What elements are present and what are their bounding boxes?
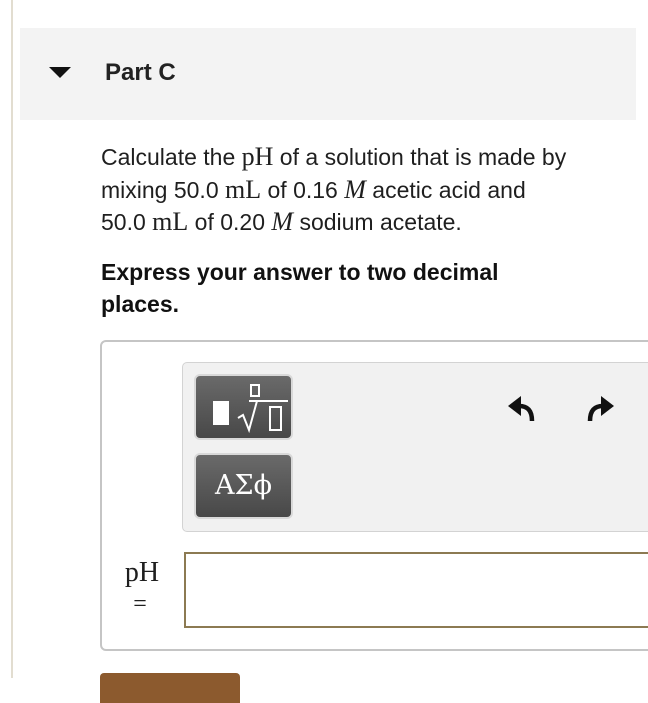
unit-molar: M bbox=[344, 174, 366, 204]
answer-input[interactable] bbox=[184, 552, 648, 628]
question-line: 50.0 mL of 0.20 M sodium acetate. bbox=[101, 207, 462, 236]
part-title: Part C bbox=[105, 59, 176, 86]
answer-variable: pH bbox=[124, 557, 160, 588]
answer-instruction: Express your answer to two decimal place… bbox=[101, 259, 499, 317]
unit-ml: mL bbox=[152, 207, 189, 236]
question-line: mixing 50.0 mL of 0.16 M acetic acid and bbox=[101, 174, 526, 204]
redo-arrow-icon[interactable] bbox=[584, 393, 614, 423]
equals-sign: = bbox=[133, 591, 147, 617]
templates-radical-icon bbox=[237, 384, 288, 434]
greek-symbols-button[interactable]: ΑΣϕ bbox=[194, 453, 293, 519]
left-rule bbox=[11, 0, 13, 678]
undo-arrow-icon[interactable] bbox=[508, 393, 538, 423]
unit-ml: mL bbox=[225, 174, 262, 204]
greek-symbols-label: ΑΣϕ bbox=[215, 470, 272, 501]
templates-button[interactable] bbox=[194, 374, 293, 440]
collapse-triangle-icon[interactable] bbox=[49, 67, 71, 78]
filled-box-icon bbox=[213, 401, 229, 425]
answer-label: pH = bbox=[120, 556, 170, 618]
question-line: Calculate the pH of a solution that is m… bbox=[101, 142, 567, 171]
question-text: Calculate the pH of a solution that is m… bbox=[101, 141, 646, 239]
unit-molar: M bbox=[271, 207, 294, 236]
ph-symbol: pH bbox=[241, 142, 274, 171]
